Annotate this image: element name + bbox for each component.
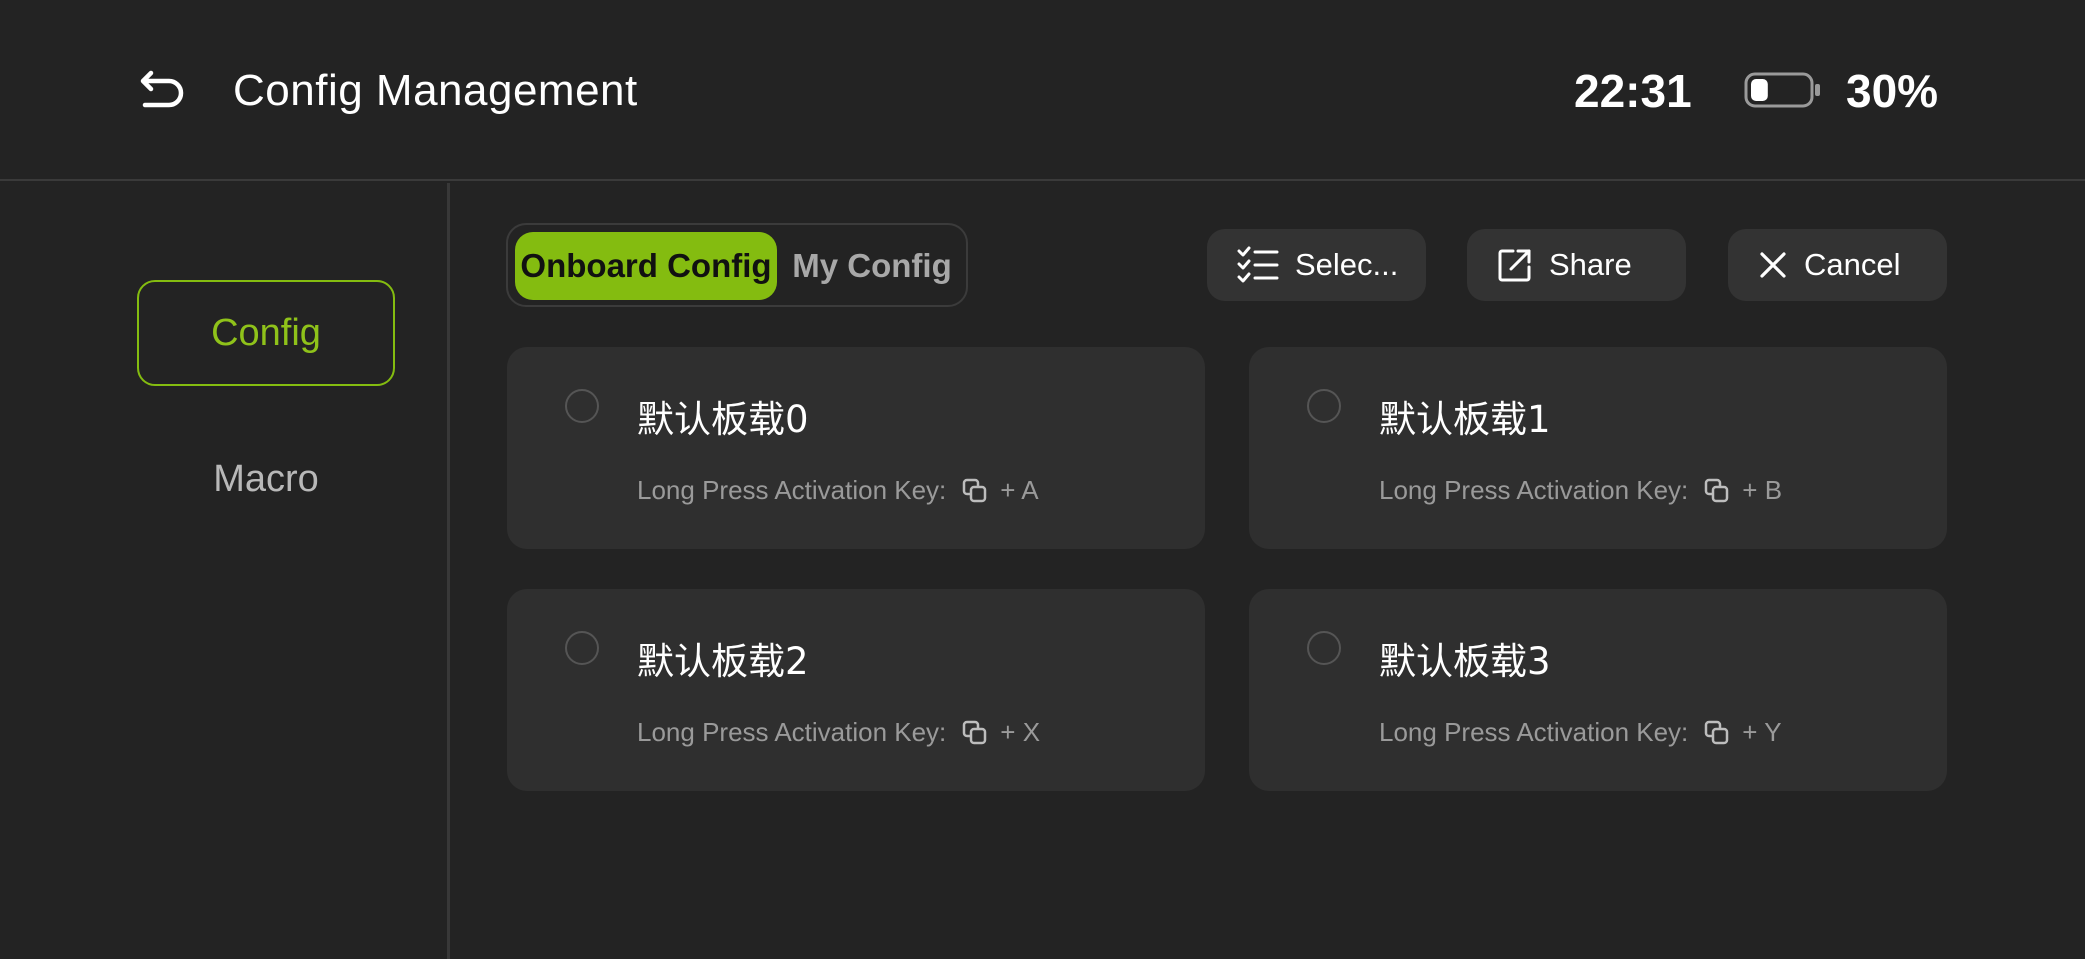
config-card[interactable]: 默认板载0 Long Press Activation Key: + A (507, 347, 1205, 549)
select-radio[interactable] (565, 389, 599, 423)
close-icon (1760, 252, 1786, 278)
copy-icon (1705, 478, 1729, 502)
config-card[interactable]: 默认板载2 Long Press Activation Key: + X (507, 589, 1205, 791)
select-radio[interactable] (1307, 631, 1341, 665)
select-radio[interactable] (1307, 389, 1341, 423)
tab-my-config[interactable]: My Config (778, 232, 966, 300)
battery-percentage: 30% (1846, 65, 1939, 117)
cancel-button[interactable]: Cancel (1728, 229, 1947, 301)
config-name: 默认板载2 (637, 640, 809, 683)
config-name: 默认板载1 (1379, 398, 1551, 441)
config-card[interactable]: 默认板载3 Long Press Activation Key: + Y (1249, 589, 1947, 791)
select-radio[interactable] (565, 631, 599, 665)
battery-icon (1744, 72, 1820, 108)
copy-icon (963, 720, 987, 744)
activation-key-row: Long Press Activation Key: + Y (1379, 717, 1782, 748)
tab-onboard-config[interactable]: Onboard Config (515, 232, 777, 300)
activation-key-combo: + B (1742, 475, 1783, 505)
activation-key-row: Long Press Activation Key: + B (1379, 475, 1782, 506)
return-icon (140, 70, 184, 108)
share-icon (1498, 249, 1531, 282)
share-button[interactable]: Share (1467, 229, 1686, 301)
select-button[interactable]: Selec... (1207, 229, 1426, 301)
back-button[interactable] (135, 62, 191, 118)
config-card[interactable]: 默认板载1 Long Press Activation Key: + B (1249, 347, 1947, 549)
app-root: Config Management 22:31 30% Config Macro… (0, 0, 2085, 959)
sidebar: Config Macro (0, 183, 450, 959)
cancel-button-label: Cancel (1804, 247, 1901, 282)
activation-key-label: Long Press Activation Key: (1379, 717, 1689, 747)
page-title: Config Management (233, 66, 638, 115)
header-bar: Config Management 22:31 30% (0, 0, 2085, 181)
activation-key-label: Long Press Activation Key: (1379, 475, 1689, 505)
copy-icon (963, 478, 987, 502)
activation-key-combo: + A (1000, 475, 1039, 505)
sidebar-item-macro[interactable]: Macro (137, 426, 395, 532)
activation-key-label: Long Press Activation Key: (637, 717, 947, 747)
select-button-label: Selec... (1295, 247, 1399, 282)
config-source-tabs: Onboard Config My Config (506, 223, 968, 307)
config-name: 默认板载0 (637, 398, 809, 441)
share-button-label: Share (1549, 247, 1632, 282)
copy-icon (1705, 720, 1729, 744)
status-time: 22:31 (1574, 65, 1692, 117)
checklist-icon (1237, 246, 1279, 283)
config-name: 默认板载3 (1379, 640, 1551, 683)
activation-key-label: Long Press Activation Key: (637, 475, 947, 505)
activation-key-combo: + X (1000, 717, 1041, 747)
activation-key-row: Long Press Activation Key: + A (637, 475, 1039, 506)
sidebar-item-config[interactable]: Config (137, 280, 395, 386)
activation-key-row: Long Press Activation Key: + X (637, 717, 1040, 748)
activation-key-combo: + Y (1742, 717, 1782, 747)
